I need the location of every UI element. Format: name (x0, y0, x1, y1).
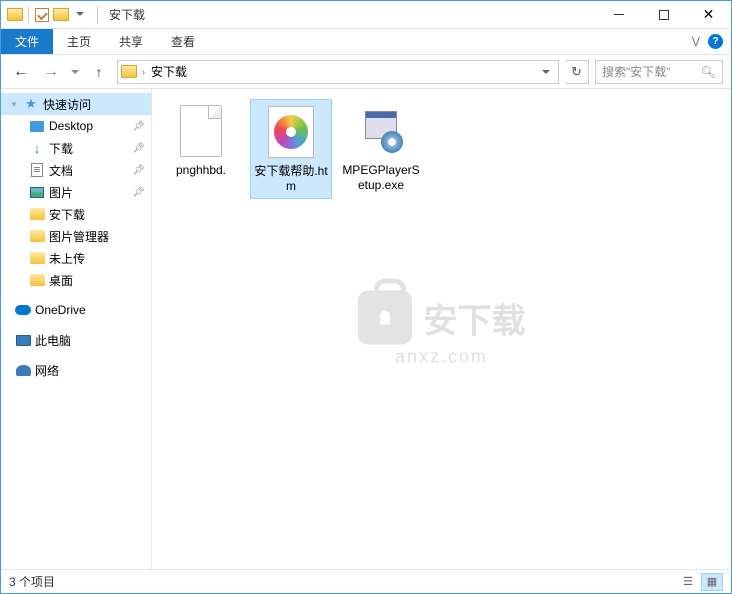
up-button[interactable]: ↑ (87, 60, 111, 84)
tab-home[interactable]: 主页 (53, 29, 105, 54)
navigation-pane[interactable]: ▾ ★ 快速访问 Desktop 📌︎ ↓ 下载 📌︎ 文档 📌︎ 图片 📌︎ … (1, 89, 152, 569)
folder-icon (53, 7, 69, 23)
search-icon: 🔍︎ (701, 65, 716, 79)
item-count: 3 个项目 (9, 573, 55, 590)
file-item[interactable]: MPEGPlayerSetup.exe (340, 99, 422, 197)
network-icon (15, 362, 31, 378)
desktop-icon (29, 118, 45, 134)
main-area: ▾ ★ 快速访问 Desktop 📌︎ ↓ 下载 📌︎ 文档 📌︎ 图片 📌︎ … (1, 89, 731, 569)
pin-icon: 📌︎ (132, 165, 145, 176)
sidebar-item-folder[interactable]: 安下载 (1, 203, 151, 225)
minimize-button[interactable] (596, 1, 641, 29)
help-icon[interactable]: ? (708, 34, 723, 49)
file-item[interactable]: pnghhbd. (160, 99, 242, 182)
tab-file[interactable]: 文件 (1, 29, 53, 54)
address-bar: ← → ↑ › 安下载 ↻ 搜索"安下载" 🔍︎ (1, 55, 731, 89)
file-item[interactable]: 安下载帮助.htm (250, 99, 332, 199)
expand-icon[interactable]: ▾ (9, 99, 19, 110)
sidebar-onedrive[interactable]: OneDrive (1, 299, 151, 321)
maximize-button[interactable] (641, 1, 686, 29)
document-icon (29, 162, 45, 178)
properties-checkbox-icon[interactable] (34, 7, 50, 23)
window-title: 安下载 (109, 6, 145, 23)
qat-dropdown-icon[interactable] (72, 7, 88, 23)
folder-icon (120, 63, 138, 81)
breadcrumb-dropdown-icon[interactable] (536, 63, 556, 81)
view-mode-toggles: ☰ ▦ (677, 573, 723, 591)
forward-button[interactable]: → (39, 60, 63, 84)
search-input[interactable]: 搜索"安下载" 🔍︎ (595, 60, 723, 84)
pin-icon: 📌︎ (132, 187, 145, 198)
onedrive-icon (15, 302, 31, 318)
title-bar: 安下载 ✕ (1, 1, 731, 29)
star-icon: ★ (23, 96, 39, 112)
folder-icon (29, 206, 45, 222)
details-view-button[interactable]: ☰ (677, 573, 699, 591)
window-controls: ✕ (596, 1, 731, 29)
ribbon-tabs: 文件 主页 共享 查看 ⋁ ? (1, 29, 731, 55)
sidebar-item-pictures[interactable]: 图片 📌︎ (1, 181, 151, 203)
breadcrumb[interactable]: › 安下载 (117, 60, 559, 84)
pc-icon (15, 332, 31, 348)
exe-file-icon (353, 103, 409, 159)
sidebar-network[interactable]: 网络 (1, 359, 151, 381)
picture-icon (29, 184, 45, 200)
folder-icon (29, 228, 45, 244)
breadcrumb-segment[interactable]: 安下载 (147, 63, 191, 80)
tab-share[interactable]: 共享 (105, 29, 157, 54)
sidebar-item-downloads[interactable]: ↓ 下载 📌︎ (1, 137, 151, 159)
sidebar-item-folder[interactable]: 桌面 (1, 269, 151, 291)
folder-icon (29, 250, 45, 266)
pin-icon: 📌︎ (132, 121, 145, 132)
icons-view-button[interactable]: ▦ (701, 573, 723, 591)
sidebar-this-pc[interactable]: 此电脑 (1, 329, 151, 351)
back-button[interactable]: ← (9, 60, 33, 84)
file-icon (173, 103, 229, 159)
sidebar-item-folder[interactable]: 图片管理器 (1, 225, 151, 247)
folder-icon (7, 7, 23, 23)
folder-icon (29, 272, 45, 288)
file-list-pane[interactable]: pnghhbd. 安下载帮助.htm MPEGPlayerSetup.exe 安… (152, 89, 731, 569)
sidebar-item-desktop[interactable]: Desktop 📌︎ (1, 115, 151, 137)
expand-ribbon-icon[interactable]: ⋁ (692, 36, 700, 47)
tab-view[interactable]: 查看 (157, 29, 209, 54)
watermark: 安下载 anxz.com (358, 291, 526, 368)
history-dropdown-icon[interactable] (69, 70, 81, 74)
sidebar-quick-access[interactable]: ▾ ★ 快速访问 (1, 93, 151, 115)
chevron-right-icon[interactable]: › (140, 67, 147, 77)
quick-access-toolbar: 安下载 (1, 6, 145, 24)
status-bar: 3 个项目 ☰ ▦ (1, 569, 731, 593)
htm-file-icon (263, 104, 319, 160)
pin-icon: 📌︎ (132, 143, 145, 154)
search-placeholder: 搜索"安下载" (602, 63, 697, 80)
sidebar-item-documents[interactable]: 文档 📌︎ (1, 159, 151, 181)
sidebar-item-folder[interactable]: 未上传 (1, 247, 151, 269)
close-button[interactable]: ✕ (686, 1, 731, 29)
download-icon: ↓ (29, 140, 45, 156)
refresh-button[interactable]: ↻ (565, 60, 589, 84)
lock-icon (358, 291, 412, 345)
